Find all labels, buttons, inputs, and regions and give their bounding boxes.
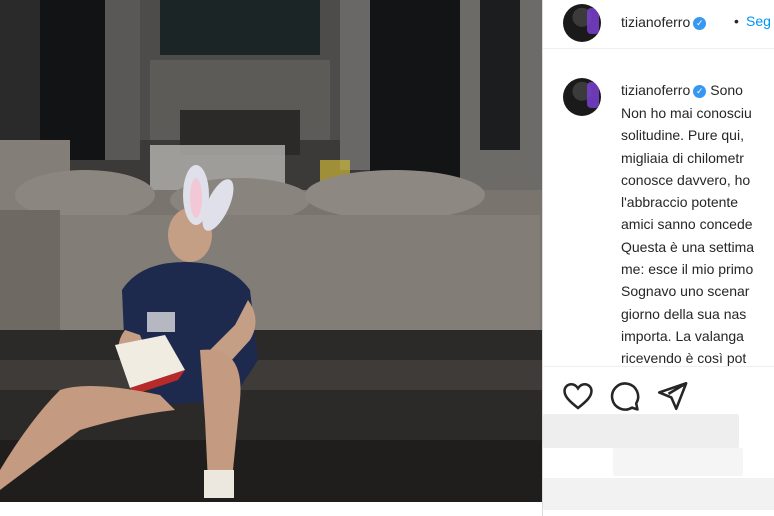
caption-line: l'abbraccio potente <box>621 194 739 211</box>
caption-line: Questa è una settima <box>621 238 755 255</box>
verified-badge-icon: ✓ <box>693 17 707 30</box>
caption-block: tizianoferro ✓ Sono Non ho mai conosciu so… <box>543 60 774 366</box>
header-separator: • <box>734 13 739 29</box>
blurred-meta-row <box>613 448 743 476</box>
caption-line: Non ho mai conosciu <box>621 105 752 121</box>
post-photo[interactable] <box>0 0 542 502</box>
photo-scene <box>0 0 542 502</box>
blurred-comment-row <box>543 478 774 510</box>
follow-button[interactable]: Seg <box>746 13 771 29</box>
caption-line: me: esce il mio primo <box>621 261 754 278</box>
caption-username[interactable]: tizianoferro ✓ Sono <box>621 82 743 98</box>
author-avatar[interactable] <box>563 4 601 42</box>
caption-line: conosce davvero, ho <box>621 171 751 188</box>
post-side-panel: tizianoferro ✓ • Seg tizianoferro ✓ Sono No… <box>542 0 774 516</box>
caption-line: solitudine. Pure qui, <box>621 127 744 144</box>
caption-lead-text: Sono <box>710 82 743 98</box>
caption-author-avatar[interactable] <box>563 78 601 116</box>
header-username-text[interactable]: tizianoferro <box>621 14 690 30</box>
send-icon[interactable] <box>655 379 689 413</box>
blurred-likes-row <box>543 414 739 448</box>
post-header: tizianoferro ✓ • Seg <box>543 0 774 49</box>
caption-line: importa. La valanga <box>621 327 744 344</box>
comment-icon[interactable] <box>607 379 641 413</box>
caption-line: giorno della sua nas <box>621 305 747 322</box>
header-username[interactable]: tizianoferro ✓ <box>621 14 707 30</box>
caption-username-text[interactable]: tizianoferro <box>621 82 690 98</box>
heart-icon[interactable] <box>561 379 595 413</box>
caption-line: Sognavo uno scenar <box>621 283 750 300</box>
caption-text: Non ho mai conosciu solitudine. Pure qui… <box>621 102 774 370</box>
caption-line: amici sanno concede <box>621 216 753 233</box>
caption-verified-badge-icon: ✓ <box>693 85 707 98</box>
caption-line: migliaia di chilometr <box>621 149 744 166</box>
